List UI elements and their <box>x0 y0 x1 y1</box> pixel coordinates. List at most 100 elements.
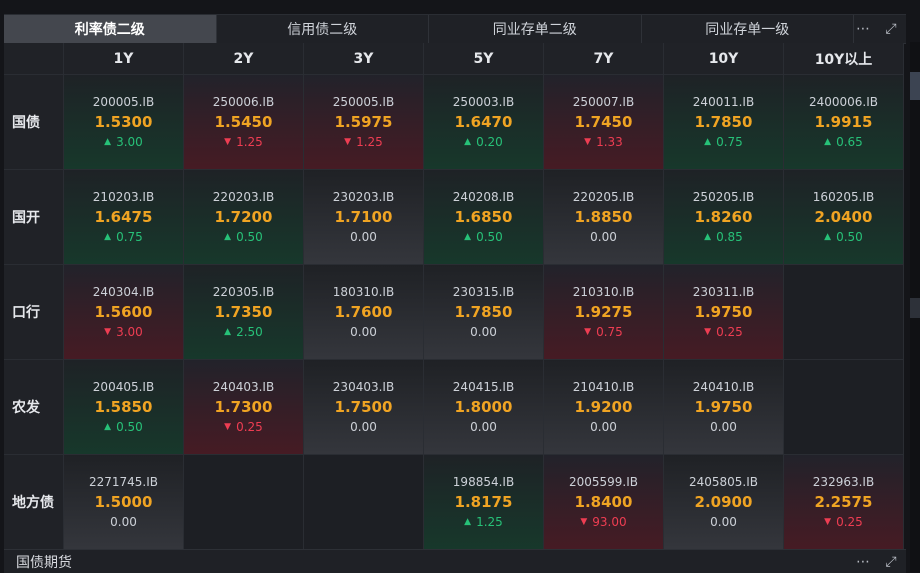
change-value: ▼ 0.25 <box>224 420 263 434</box>
column-header[interactable]: 5Y <box>424 43 544 75</box>
change-value: 0.00 <box>470 325 497 339</box>
quote-cell[interactable]: 230403.IB 1.7500 0.00 <box>304 360 424 455</box>
bond-yield-grid: 1Y 2Y 3Y 5Y 7Y 10Y 10Y以上 国债 200005.IB 1.5300 ▲ 3.00… <box>4 43 904 550</box>
change-text: 0.00 <box>350 230 377 244</box>
quote-cell[interactable]: 198854.IB 1.8175 ▲ 1.25 <box>424 455 544 550</box>
empty-cell <box>304 455 424 550</box>
change-text: 0.25 <box>236 420 263 434</box>
yield-value: 1.7450 <box>574 113 633 131</box>
scrollbar-thumb[interactable] <box>910 72 920 100</box>
quote-cell[interactable]: 232963.IB 2.2575 ▼ 0.25 <box>784 455 904 550</box>
triangle-up-icon: ▲ <box>824 137 832 147</box>
yield-value: 1.5300 <box>94 113 153 131</box>
change-value: ▼ 93.00 <box>580 515 626 529</box>
scrollbar[interactable] <box>910 42 920 572</box>
quote-cell[interactable]: 2405805.IB 2.0900 0.00 <box>664 455 784 550</box>
row-header[interactable]: 口行 <box>4 265 64 360</box>
row-header[interactable]: 地方债 <box>4 455 64 550</box>
more-dots-icon[interactable]: ⋯ <box>854 553 872 571</box>
change-value: ▲ 0.20 <box>464 135 503 149</box>
triangle-down-icon: ▼ <box>584 327 592 337</box>
tab-credit-bond-secondary[interactable]: 信用债二级 <box>217 15 429 43</box>
yield-value: 1.5450 <box>214 113 273 131</box>
bond-code: 210310.IB <box>572 285 635 299</box>
quote-cell[interactable]: 250007.IB 1.7450 ▼ 1.33 <box>544 75 664 170</box>
quote-cell[interactable]: 240403.IB 1.7300 ▼ 0.25 <box>184 360 304 455</box>
quote-cell[interactable]: 2005599.IB 1.8400 ▼ 93.00 <box>544 455 664 550</box>
triangle-up-icon: ▲ <box>464 517 472 527</box>
change-text: 0.85 <box>716 230 743 244</box>
bond-code: 250005.IB <box>332 95 395 109</box>
quote-cell[interactable]: 240415.IB 1.8000 0.00 <box>424 360 544 455</box>
change-value: ▲ 0.75 <box>704 135 743 149</box>
quote-cell[interactable]: 230311.IB 1.9750 ▼ 0.25 <box>664 265 784 360</box>
quote-cell[interactable]: 2271745.IB 1.5000 0.00 <box>64 455 184 550</box>
quote-cell[interactable]: 240208.IB 1.6850 ▲ 0.50 <box>424 170 544 265</box>
row-header[interactable]: 农发 <box>4 360 64 455</box>
column-header[interactable]: 1Y <box>64 43 184 75</box>
expand-icon[interactable]: ⤢ <box>882 553 900 571</box>
row-header[interactable]: 国债 <box>4 75 64 170</box>
quote-cell[interactable]: 250003.IB 1.6470 ▲ 0.20 <box>424 75 544 170</box>
triangle-up-icon: ▲ <box>104 232 112 242</box>
change-value: ▲ 0.50 <box>104 420 143 434</box>
quote-cell[interactable]: 200405.IB 1.5850 ▲ 0.50 <box>64 360 184 455</box>
quote-cell[interactable]: 250205.IB 1.8260 ▲ 0.85 <box>664 170 784 265</box>
yield-value: 2.0900 <box>694 493 753 511</box>
yield-value: 1.5000 <box>94 493 153 511</box>
change-text: 0.25 <box>836 515 863 529</box>
bond-code: 230311.IB <box>692 285 755 299</box>
bond-code: 240415.IB <box>452 380 515 394</box>
quote-cell[interactable]: 250006.IB 1.5450 ▼ 1.25 <box>184 75 304 170</box>
quote-cell[interactable]: 210310.IB 1.9275 ▼ 0.75 <box>544 265 664 360</box>
bond-code: 200005.IB <box>92 95 155 109</box>
quote-cell[interactable]: 240011.IB 1.7850 ▲ 0.75 <box>664 75 784 170</box>
quote-cell[interactable]: 160205.IB 2.0400 ▲ 0.50 <box>784 170 904 265</box>
change-value: ▼ 1.25 <box>224 135 263 149</box>
empty-cell <box>784 360 904 455</box>
change-text: 0.50 <box>116 420 143 434</box>
quote-cell[interactable]: 180310.IB 1.7600 0.00 <box>304 265 424 360</box>
change-text: 0.00 <box>710 515 737 529</box>
triangle-down-icon: ▼ <box>704 327 712 337</box>
triangle-down-icon: ▼ <box>224 137 232 147</box>
quote-cell[interactable]: 220203.IB 1.7200 ▲ 0.50 <box>184 170 304 265</box>
column-header[interactable]: 10Y <box>664 43 784 75</box>
tab-ncd-primary[interactable]: 同业存单一级 <box>642 15 854 43</box>
quote-cell[interactable]: 220205.IB 1.8850 0.00 <box>544 170 664 265</box>
yield-value: 1.9200 <box>574 398 633 416</box>
column-header[interactable]: 7Y <box>544 43 664 75</box>
more-dots-icon[interactable]: ⋯ <box>854 20 872 38</box>
tab-rate-bond-secondary[interactable]: 利率债二级 <box>4 15 217 43</box>
triangle-up-icon: ▲ <box>104 137 112 147</box>
bottom-panel-header: 国债期货 ⋯ ⤢ <box>4 549 906 573</box>
bottom-panel-title: 国债期货 <box>16 554 72 571</box>
yield-value: 2.0400 <box>814 208 873 226</box>
quote-cell[interactable]: 2400006.IB 1.9915 ▲ 0.65 <box>784 75 904 170</box>
bond-code: 210203.IB <box>92 190 155 204</box>
bond-code: 220203.IB <box>212 190 275 204</box>
quote-cell[interactable]: 230315.IB 1.7850 0.00 <box>424 265 544 360</box>
change-value: 0.00 <box>710 515 737 529</box>
quote-cell[interactable]: 200005.IB 1.5300 ▲ 3.00 <box>64 75 184 170</box>
change-value: ▼ 1.33 <box>584 135 623 149</box>
column-header[interactable]: 2Y <box>184 43 304 75</box>
tab-ncd-secondary[interactable]: 同业存单二级 <box>429 15 642 43</box>
yield-value: 1.7200 <box>214 208 273 226</box>
quote-cell[interactable]: 250005.IB 1.5975 ▼ 1.25 <box>304 75 424 170</box>
expand-icon[interactable]: ⤢ <box>882 20 900 38</box>
yield-value: 1.7850 <box>454 303 513 321</box>
change-text: 0.00 <box>470 420 497 434</box>
row-header[interactable]: 国开 <box>4 170 64 265</box>
quote-cell[interactable]: 240410.IB 1.9750 0.00 <box>664 360 784 455</box>
quote-cell[interactable]: 240304.IB 1.5600 ▼ 3.00 <box>64 265 184 360</box>
bond-code: 198854.IB <box>452 475 515 489</box>
quote-cell[interactable]: 230203.IB 1.7100 0.00 <box>304 170 424 265</box>
quote-cell[interactable]: 220305.IB 1.7350 ▲ 2.50 <box>184 265 304 360</box>
column-header[interactable]: 3Y <box>304 43 424 75</box>
yield-value: 1.7350 <box>214 303 273 321</box>
quote-cell[interactable]: 210203.IB 1.6475 ▲ 0.75 <box>64 170 184 265</box>
change-value: ▲ 0.75 <box>104 230 143 244</box>
column-header[interactable]: 10Y以上 <box>784 43 904 75</box>
quote-cell[interactable]: 210410.IB 1.9200 0.00 <box>544 360 664 455</box>
